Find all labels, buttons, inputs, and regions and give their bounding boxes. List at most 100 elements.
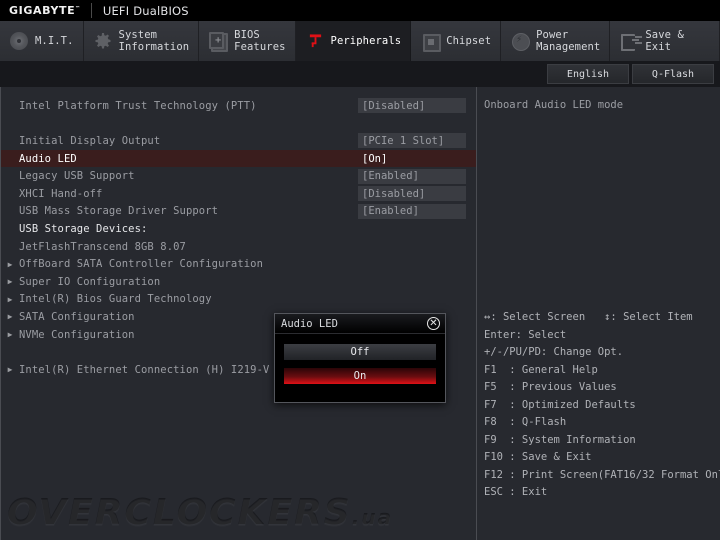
settings-row-value-text: [Disabled] <box>362 99 426 112</box>
settings-row-label: SATA Configuration <box>19 310 135 323</box>
settings-row-label: Initial Display Output <box>19 134 161 147</box>
tab-mit-label: M.I.T. <box>35 34 74 47</box>
help-panel: Onboard Audio LED mode ↔: Select Screen … <box>477 87 720 540</box>
power-icon <box>510 31 531 51</box>
settings-row-label: Intel Platform Trust Technology (PTT) <box>19 99 257 112</box>
settings-row-value-text: [Enabled] <box>362 170 419 183</box>
tab-save-and-exit-label: Save & Exit <box>645 28 684 54</box>
tab-power-management-label: Power Management <box>536 28 601 54</box>
settings-row-label: Legacy USB Support <box>19 170 135 183</box>
settings-row-label: USB Mass Storage Driver Support <box>19 205 219 218</box>
settings-row-label: Audio LED <box>19 152 77 165</box>
exit-icon <box>619 31 640 51</box>
submenu-arrow-icon: ▶ <box>7 259 13 269</box>
disc-icon <box>9 31 29 51</box>
tab-chipset-label: Chipset <box>446 34 492 47</box>
settings-row-label: OffBoard SATA Controller Configuration <box>19 258 264 271</box>
legend-line: F8 : Q-Flash <box>484 416 567 428</box>
settings-row-label: NVMe Configuration <box>19 328 135 341</box>
settings-row-value-text: [Disabled] <box>362 187 426 200</box>
row-indent: ▶ <box>1 189 19 198</box>
tab-bios-features[interactable]: BIOS Features <box>199 21 296 61</box>
tab-system-information-label: System Information <box>118 28 190 54</box>
settings-row-value-text: [On] <box>362 152 388 165</box>
dialog-options: Off On <box>275 334 445 399</box>
settings-spacer <box>1 115 476 133</box>
row-indent: ▶ <box>1 154 19 163</box>
settings-row[interactable]: ▶Legacy USB Support [Enabled] <box>1 167 476 185</box>
settings-row[interactable]: ▶JetFlashTranscend 8GB 8.07 <box>1 238 476 256</box>
utility-bar: English Q-Flash <box>0 61 720 87</box>
row-indent: ▶ <box>1 224 19 233</box>
close-icon[interactable]: ✕ <box>427 317 440 330</box>
watermark: OVERCLOCKERS.ua <box>7 493 394 534</box>
legend-line: F7 : Optimized Defaults <box>484 398 636 411</box>
tab-peripherals-label: Peripherals <box>330 34 402 47</box>
settings-row-value[interactable]: [PCIe 1 Slot] <box>358 133 466 149</box>
settings-row-value-text: [Enabled] <box>362 205 419 218</box>
settings-row[interactable]: ▶ Super IO Configuration <box>1 273 476 291</box>
legend-line: F9 : System Information <box>484 433 636 446</box>
row-indent: ▶ <box>1 172 19 181</box>
settings-row-label: Intel(R) Bios Guard Technology <box>19 293 212 306</box>
key-legend: ↔: Select Screen ↕: Select Item Enter: Se… <box>484 309 720 502</box>
gear-icon <box>93 31 113 51</box>
audio-led-dialog: Audio LED ✕ Off On <box>274 313 446 403</box>
settings-row[interactable]: ▶Audio LED [On] <box>1 149 476 168</box>
settings-row-value[interactable]: [Disabled] <box>358 186 466 202</box>
dialog-title: Audio LED <box>281 317 338 330</box>
legend-line: F5 : Previous Values <box>484 381 617 393</box>
settings-row[interactable]: ▶USB Mass Storage Driver Support [Enabled… <box>1 203 476 221</box>
help-text: Onboard Audio LED mode <box>484 99 624 111</box>
trademark-mark: ™ <box>75 5 81 12</box>
settings-row[interactable]: ▶USB Storage Devices: <box>1 220 476 238</box>
settings-row-label: USB Storage Devices: <box>19 222 148 235</box>
settings-row-value-text: [PCIe 1 Slot] <box>362 134 445 147</box>
settings-row-value[interactable]: [Disabled] <box>358 98 466 114</box>
tab-power-management[interactable]: Power Management <box>501 21 611 61</box>
legend-line: F12 : Print Screen(FAT16/32 Format Only) <box>484 468 720 481</box>
language-button[interactable]: English <box>547 64 629 84</box>
tab-system-information[interactable]: System Information <box>83 21 200 61</box>
tab-mit[interactable]: M.I.T. <box>0 21 84 61</box>
settings-row-label: Super IO Configuration <box>19 275 161 288</box>
submenu-arrow-icon: ▶ <box>7 277 13 287</box>
settings-row-value[interactable]: [Enabled] <box>358 168 466 184</box>
legend-line: F1 : General Help <box>484 363 598 376</box>
row-indent: ▶ <box>1 101 19 110</box>
row-indent: ▶ <box>1 242 19 251</box>
uefi-subtitle: UEFI DualBIOS <box>102 3 189 18</box>
plug-icon <box>305 31 325 51</box>
legend-line: +/-/PU/PD: Change Opt. <box>484 346 624 358</box>
settings-row[interactable]: ▶ Intel(R) Bios Guard Technology <box>1 291 476 309</box>
submenu-arrow-icon: ▶ <box>7 312 13 322</box>
dialog-option-off[interactable]: Off <box>283 343 437 361</box>
legend-line: F10 : Save & Exit <box>484 451 592 463</box>
settings-row-value[interactable]: [Enabled] <box>358 203 466 219</box>
document-icon <box>208 31 229 52</box>
submenu-arrow-icon: ▶ <box>7 294 13 304</box>
settings-row[interactable]: ▶XHCI Hand-off [Disabled] <box>1 185 476 203</box>
settings-row-value[interactable]: [On] <box>358 151 466 167</box>
settings-row[interactable]: ▶Initial Display Output [PCIe 1 Slot] <box>1 132 476 150</box>
submenu-arrow-icon: ▶ <box>7 365 13 375</box>
settings-row-label: JetFlashTranscend 8GB 8.07 <box>19 240 186 253</box>
bios-screen: GIGABYTE™ UEFI DualBIOS M.I.T. System In… <box>0 0 720 540</box>
main-tab-bar: M.I.T. System Information BIOS Features … <box>0 21 720 62</box>
tab-chipset[interactable]: Chipset <box>411 21 502 61</box>
tab-save-and-exit[interactable]: Save & Exit <box>610 21 720 61</box>
submenu-arrow-icon: ▶ <box>7 330 13 340</box>
title-bar: GIGABYTE™ UEFI DualBIOS <box>0 0 720 21</box>
row-indent: ▶ <box>1 207 19 216</box>
legend-line: Enter: Select <box>484 328 567 341</box>
qflash-button[interactable]: Q-Flash <box>632 64 714 84</box>
tab-bios-features-label: BIOS Features <box>234 28 286 54</box>
settings-row[interactable]: ▶ OffBoard SATA Controller Configuration <box>1 255 476 273</box>
legend-line: ↔: Select Screen ↕: Select Item <box>484 311 693 323</box>
tab-peripherals[interactable]: Peripherals <box>295 21 412 61</box>
row-indent: ▶ <box>1 136 19 145</box>
chipset-icon <box>420 31 442 52</box>
dialog-option-on[interactable]: On <box>283 367 437 385</box>
settings-row[interactable]: ▶Intel Platform Trust Technology (PTT) [D… <box>1 97 476 115</box>
content-area: ▶Intel Platform Trust Technology (PTT)[D… <box>0 87 720 540</box>
